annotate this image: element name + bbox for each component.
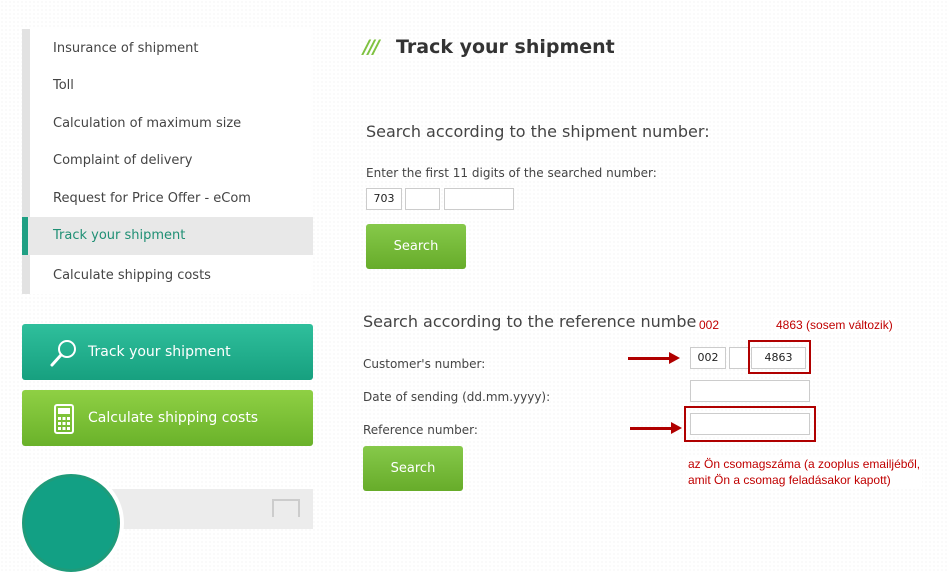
sidebar-item-label: Calculation of maximum size xyxy=(53,116,242,131)
highlight-reference-number xyxy=(684,406,816,442)
sidebar-item-label: Complaint of delivery xyxy=(53,153,193,168)
shipment-number-field-2[interactable] xyxy=(405,188,440,210)
customer-number-field-2[interactable] xyxy=(729,347,749,369)
sidebar-item-label: Toll xyxy=(53,78,74,93)
sidebar-item-maximum-size[interactable]: Calculation of maximum size xyxy=(30,105,313,143)
shipment-search-button[interactable]: Search xyxy=(366,224,466,269)
annotation-code-2: 4863 (sosem változik) xyxy=(774,318,895,332)
date-of-sending-label: Date of sending (dd.mm.yyyy): xyxy=(363,390,551,404)
reference-search-heading: Search according to the reference number… xyxy=(363,312,709,331)
sidebar-item-price-offer[interactable]: Request for Price Offer - eCom xyxy=(30,180,313,218)
reference-search-button[interactable]: Search xyxy=(363,446,463,491)
shipment-number-hint: Enter the first 11 digits of the searche… xyxy=(366,166,657,180)
reference-number-label: Reference number: xyxy=(363,423,478,437)
sidebar-nav: Insurance of shipment Toll Calculation o… xyxy=(22,29,313,294)
sidebar-item-label: Calculate shipping costs xyxy=(53,268,211,283)
device-icon xyxy=(272,499,300,517)
sidebar-item-toll[interactable]: Toll xyxy=(30,67,313,105)
annotation-note-line-2: amit Ön a csomag feladásakor kapott) xyxy=(688,473,891,487)
track-shipment-button[interactable]: Track your shipment xyxy=(22,324,313,380)
customer-number-field-1[interactable]: 002 xyxy=(690,347,726,369)
shipment-search-heading: Search according to the shipment number: xyxy=(366,122,710,141)
arrow-right-icon xyxy=(628,352,680,364)
title-decoration: /// xyxy=(363,36,380,58)
annotation-code-1: 002 xyxy=(697,318,722,332)
calculate-shipping-label: Calculate shipping costs xyxy=(88,410,259,426)
sidebar-item-shipping-costs[interactable]: Calculate shipping costs xyxy=(30,257,313,295)
sidebar-item-label: Request for Price Offer - eCom xyxy=(53,191,251,206)
highlight-customer-number xyxy=(748,340,811,374)
annotation-note-line-1: az Ön csomagszáma (a zooplus emailjéből, xyxy=(688,457,921,471)
calculate-shipping-button[interactable]: Calculate shipping costs xyxy=(22,390,313,446)
magnifier-icon xyxy=(50,340,76,367)
sidebar-item-label: Insurance of shipment xyxy=(53,41,199,56)
arrow-right-icon xyxy=(630,422,682,434)
shipment-number-field-1[interactable]: 703 xyxy=(366,188,402,210)
date-of-sending-field[interactable] xyxy=(690,380,810,402)
promo-badge xyxy=(22,474,120,572)
track-shipment-label: Track your shipment xyxy=(88,344,231,360)
page-title: Track your shipment xyxy=(396,36,615,58)
sidebar-item-label: Track your shipment xyxy=(53,228,186,243)
sidebar-item-track-shipment[interactable]: Track your shipment xyxy=(22,217,313,255)
shipment-number-field-3[interactable] xyxy=(444,188,514,210)
annotation-note: az Ön csomagszáma (a zooplus emailjéből,… xyxy=(686,456,923,488)
sidebar-item-insurance[interactable]: Insurance of shipment xyxy=(30,30,313,68)
calculator-icon xyxy=(54,404,74,434)
sidebar-item-complaint[interactable]: Complaint of delivery xyxy=(30,142,313,180)
customer-number-label: Customer's number: xyxy=(363,357,486,371)
